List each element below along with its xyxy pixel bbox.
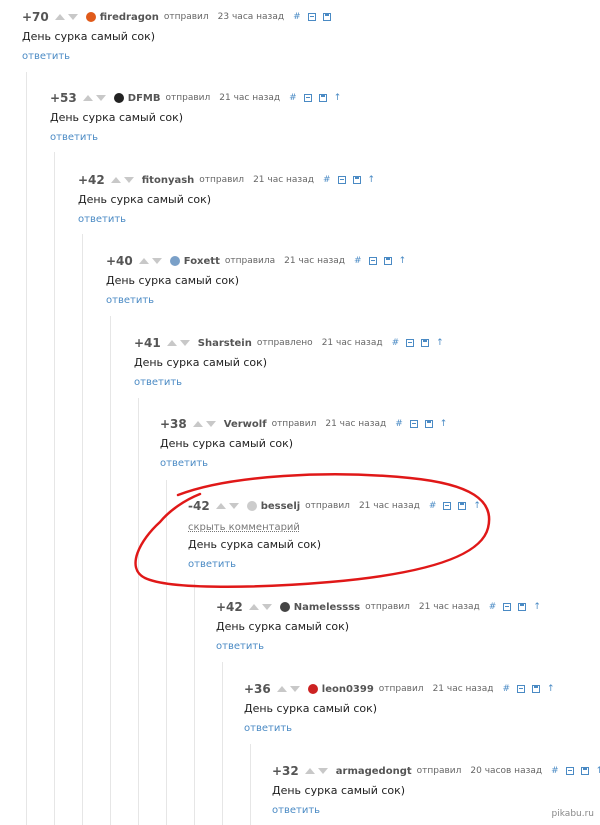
red-annotation-circle <box>134 473 491 588</box>
watermark: pikabu.ru <box>551 809 594 819</box>
